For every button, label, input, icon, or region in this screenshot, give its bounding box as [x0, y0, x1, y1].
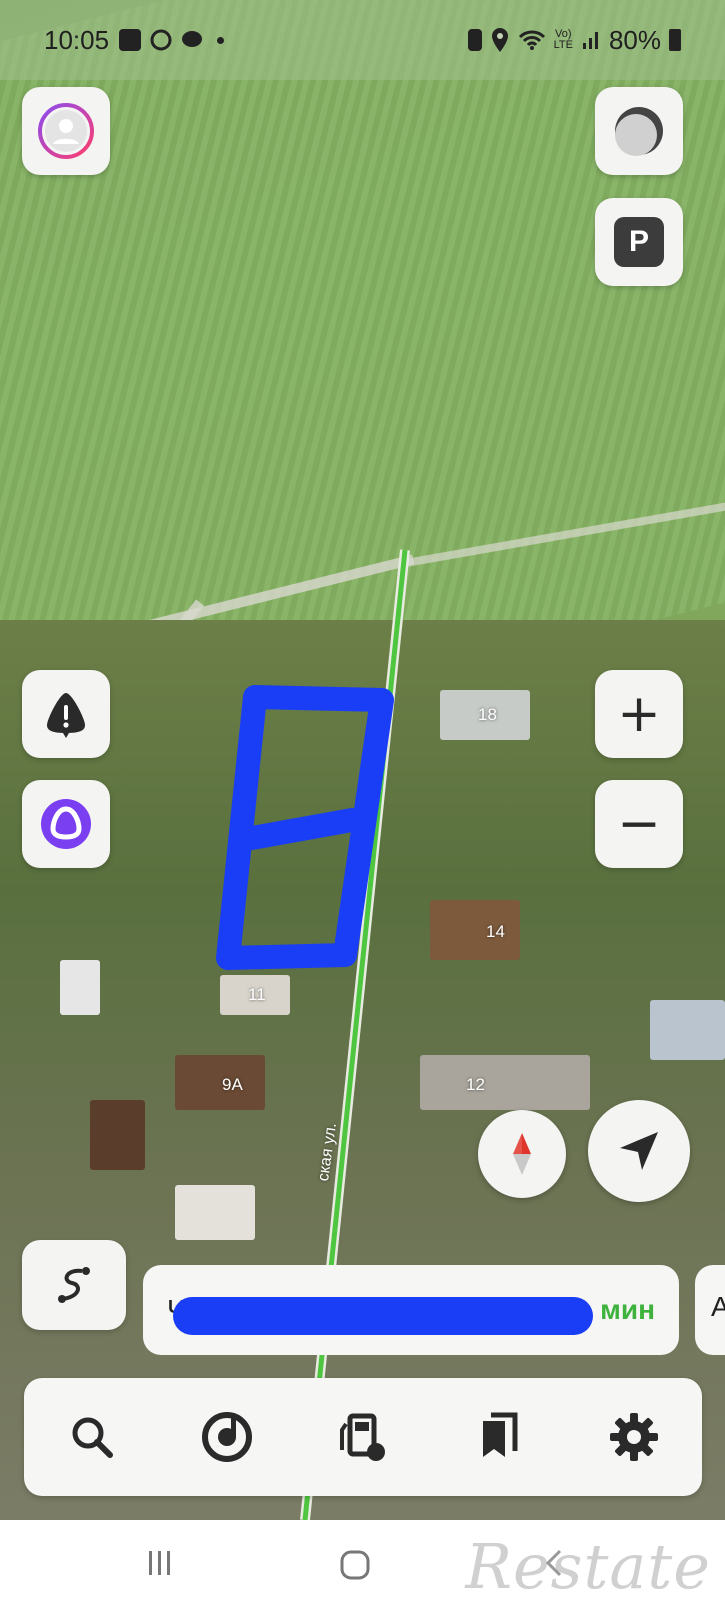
signal-icon — [582, 32, 598, 49]
wifi-icon — [518, 30, 545, 50]
music-icon — [202, 1412, 253, 1462]
whatsapp-icon — [150, 29, 172, 51]
dot-icon — [217, 36, 225, 44]
battery-percent: 80% — [608, 24, 661, 55]
route-extra-label: А — [711, 1291, 725, 1322]
zoom-out-button[interactable]: − — [595, 780, 683, 868]
recent-apps-icon[interactable] — [145, 1548, 175, 1578]
layers-icon — [615, 107, 663, 156]
battery-icon — [669, 29, 681, 51]
bookmarks-button[interactable] — [464, 1402, 534, 1472]
gear-icon — [610, 1413, 659, 1461]
bookmarks-icon — [482, 1412, 518, 1457]
locate-icon — [620, 1132, 658, 1170]
minus-icon: − — [617, 794, 661, 854]
route-summary[interactable]: Ч мин — [143, 1265, 679, 1355]
bottom-toolbar — [24, 1378, 702, 1496]
alice-button[interactable] — [22, 780, 110, 868]
alice-icon — [41, 799, 91, 849]
home-icon[interactable] — [338, 1548, 372, 1582]
alert-icon — [47, 693, 85, 738]
road-alert-button[interactable] — [22, 670, 110, 758]
message-icon — [182, 31, 203, 47]
search-button[interactable] — [57, 1402, 127, 1472]
layers-button[interactable] — [595, 87, 683, 175]
profile-button[interactable] — [22, 87, 110, 175]
route-icon — [58, 1267, 90, 1303]
parking-button[interactable]: P — [595, 198, 683, 286]
zoom-in-button[interactable]: + — [595, 670, 683, 758]
fuel-icon — [339, 1413, 385, 1461]
search-icon — [72, 1417, 113, 1458]
volte-icon: Vo) LTE — [553, 28, 573, 51]
gallery-icon — [119, 29, 142, 51]
compass-button[interactable] — [478, 1110, 566, 1198]
route-options-button[interactable] — [22, 1240, 126, 1330]
plus-icon: + — [617, 684, 661, 744]
plot-marking — [216, 685, 394, 970]
profile-icon — [38, 103, 94, 159]
route-time: мин — [600, 1294, 655, 1325]
fuel-button[interactable] — [328, 1402, 398, 1472]
parking-icon: P — [614, 217, 664, 267]
parking-label: P — [628, 225, 649, 258]
settings-button[interactable] — [599, 1402, 669, 1472]
location-icon — [491, 28, 508, 52]
locate-button[interactable] — [588, 1100, 690, 1202]
redaction-scribble — [173, 1297, 593, 1335]
status-time: 10:05 — [44, 24, 110, 55]
watermark-logo: Restate — [465, 1530, 711, 1603]
compass-icon — [513, 1133, 531, 1175]
status-bar: 10:05 Vo) LTE 80% — [0, 0, 725, 80]
music-button[interactable] — [192, 1402, 262, 1472]
battery-saver-icon — [467, 29, 482, 51]
route-extra-button[interactable]: А — [695, 1265, 725, 1355]
